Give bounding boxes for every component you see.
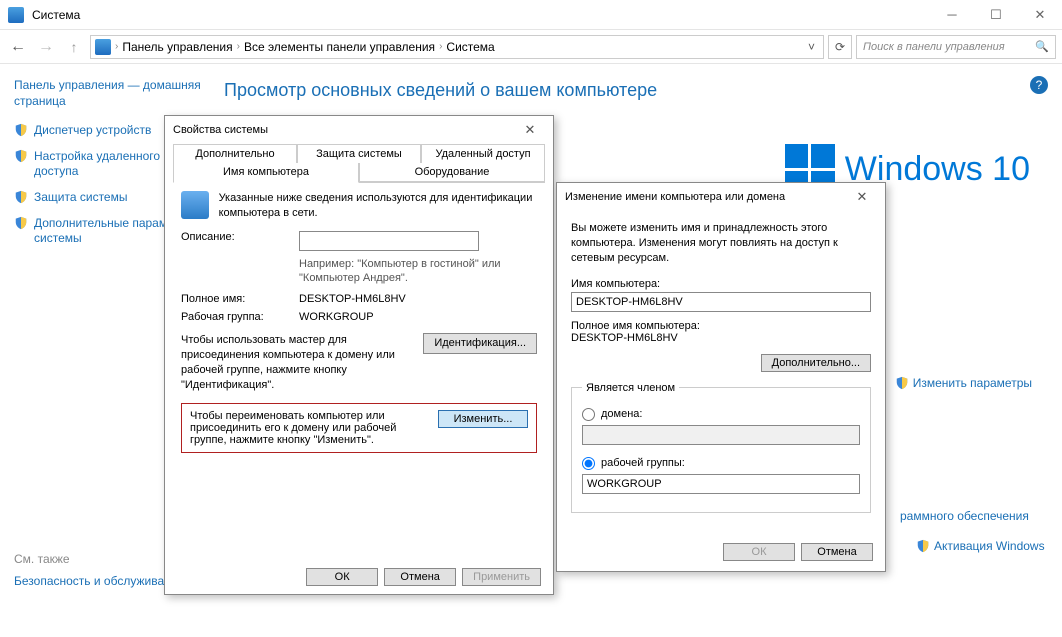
tab-protection[interactable]: Защита системы xyxy=(297,144,421,163)
intro-text: Вы можете изменить имя и принадлежность … xyxy=(571,221,871,266)
window-title: Система xyxy=(32,8,930,22)
tab-remote[interactable]: Удаленный доступ xyxy=(421,144,545,163)
domain-label: домена: xyxy=(601,408,642,420)
fullname-value: DESKTOP-HM6L8HV xyxy=(299,293,537,305)
search-placeholder: Поиск в панели управления xyxy=(863,41,1005,53)
main-content: Просмотр основных сведений о вашем компь… xyxy=(220,64,1062,111)
close-icon[interactable]: ✕ xyxy=(515,122,545,138)
fullname-label: Полное имя: xyxy=(181,293,291,305)
change-highlight-box: Чтобы переименовать компьютер или присое… xyxy=(181,403,537,453)
identify-hint: Чтобы использовать мастер для присоедине… xyxy=(181,333,415,392)
help-icon[interactable]: ? xyxy=(1030,76,1048,94)
close-button[interactable]: ✕ xyxy=(1018,0,1062,30)
description-label: Описание: xyxy=(181,231,291,243)
cancel-button[interactable]: Отмена xyxy=(384,568,456,586)
computer-name-input[interactable] xyxy=(571,292,871,312)
forward-button[interactable]: → xyxy=(34,35,58,59)
dialog-title: Свойства системы xyxy=(173,124,515,136)
chevron-right-icon: › xyxy=(115,41,118,52)
member-of-group: Является членом домена: рабочей группы: xyxy=(571,382,871,513)
dialog-title: Изменение имени компьютера или домена xyxy=(565,191,847,203)
workgroup-input[interactable] xyxy=(582,474,860,494)
workgroup-label: рабочей группы: xyxy=(601,457,685,469)
activation-link[interactable]: Активация Windows xyxy=(916,539,1045,553)
toolbar: ← → ↑ › Панель управления › Все элементы… xyxy=(0,30,1062,64)
search-icon: 🔍 xyxy=(1035,40,1049,53)
rename-computer-dialog: Изменение имени компьютера или домена ✕ … xyxy=(556,182,886,572)
change-hint: Чтобы переименовать компьютер или присое… xyxy=(190,410,430,446)
shield-icon xyxy=(14,216,28,230)
chevron-right-icon: › xyxy=(237,41,240,52)
shield-icon xyxy=(14,190,28,204)
intro-text: Указанные ниже сведения используются для… xyxy=(219,191,537,221)
ok-button[interactable]: ОК xyxy=(306,568,378,586)
domain-input xyxy=(582,425,860,445)
maximize-button[interactable]: ☐ xyxy=(974,0,1018,30)
ok-button[interactable]: ОК xyxy=(723,543,795,561)
system-properties-dialog: Свойства системы ✕ Дополнительно Защита … xyxy=(164,115,554,595)
system-icon xyxy=(8,7,24,23)
fullname-value: DESKTOP-HM6L8HV xyxy=(571,332,871,344)
search-input[interactable]: Поиск в панели управления 🔍 xyxy=(856,35,1056,59)
identify-button[interactable]: Идентификация... xyxy=(423,333,537,354)
workgroup-label: Рабочая группа: xyxy=(181,311,291,323)
domain-radio[interactable] xyxy=(582,408,595,421)
tab-hardware[interactable]: Оборудование xyxy=(359,163,545,182)
description-hint: Например: "Компьютер в гостиной" или "Ко… xyxy=(299,257,537,286)
workgroup-value: WORKGROUP xyxy=(299,311,537,323)
see-also-heading: См. также xyxy=(14,552,70,566)
apply-button[interactable]: Применить xyxy=(462,568,541,586)
shield-icon xyxy=(895,376,909,390)
back-button[interactable]: ← xyxy=(6,35,30,59)
chevron-right-icon: › xyxy=(439,41,442,52)
cancel-button[interactable]: Отмена xyxy=(801,543,873,561)
page-heading: Просмотр основных сведений о вашем компь… xyxy=(220,64,1062,111)
refresh-button[interactable]: ⟳ xyxy=(828,35,852,59)
breadcrumb[interactable]: › Панель управления › Все элементы панел… xyxy=(90,35,824,59)
close-icon[interactable]: ✕ xyxy=(847,189,877,205)
control-panel-home-link[interactable]: Панель управления — домашняя страница xyxy=(14,78,206,109)
chevron-down-icon[interactable]: ˅ xyxy=(804,40,819,54)
more-button[interactable]: Дополнительно... xyxy=(761,354,871,372)
shield-icon xyxy=(14,149,28,163)
window-titlebar: Система ─ ☐ ✕ xyxy=(0,0,1062,30)
breadcrumb-item[interactable]: Панель управления xyxy=(122,40,232,54)
shield-icon xyxy=(14,123,28,137)
tab-advanced[interactable]: Дополнительно xyxy=(173,144,297,163)
tab-computer-name[interactable]: Имя компьютера xyxy=(173,163,359,183)
computer-icon xyxy=(181,191,209,219)
description-input[interactable] xyxy=(299,231,479,251)
up-button[interactable]: ↑ xyxy=(62,35,86,59)
member-of-legend: Является членом xyxy=(582,382,679,394)
fullname-label: Полное имя компьютера: xyxy=(571,320,871,332)
shield-icon xyxy=(916,539,930,553)
computer-name-label: Имя компьютера: xyxy=(571,278,871,290)
change-button[interactable]: Изменить... xyxy=(438,410,528,428)
security-maint-link[interactable]: Безопасность и обслуживание xyxy=(14,574,184,588)
change-settings-link[interactable]: Изменить параметры xyxy=(895,376,1032,390)
breadcrumb-item[interactable]: Система xyxy=(446,40,494,54)
breadcrumb-item[interactable]: Все элементы панели управления xyxy=(244,40,435,54)
control-panel-icon xyxy=(95,39,111,55)
workgroup-radio[interactable] xyxy=(582,457,595,470)
minimize-button[interactable]: ─ xyxy=(930,0,974,30)
software-text-fragment: раммного обеспечения xyxy=(900,509,1029,523)
